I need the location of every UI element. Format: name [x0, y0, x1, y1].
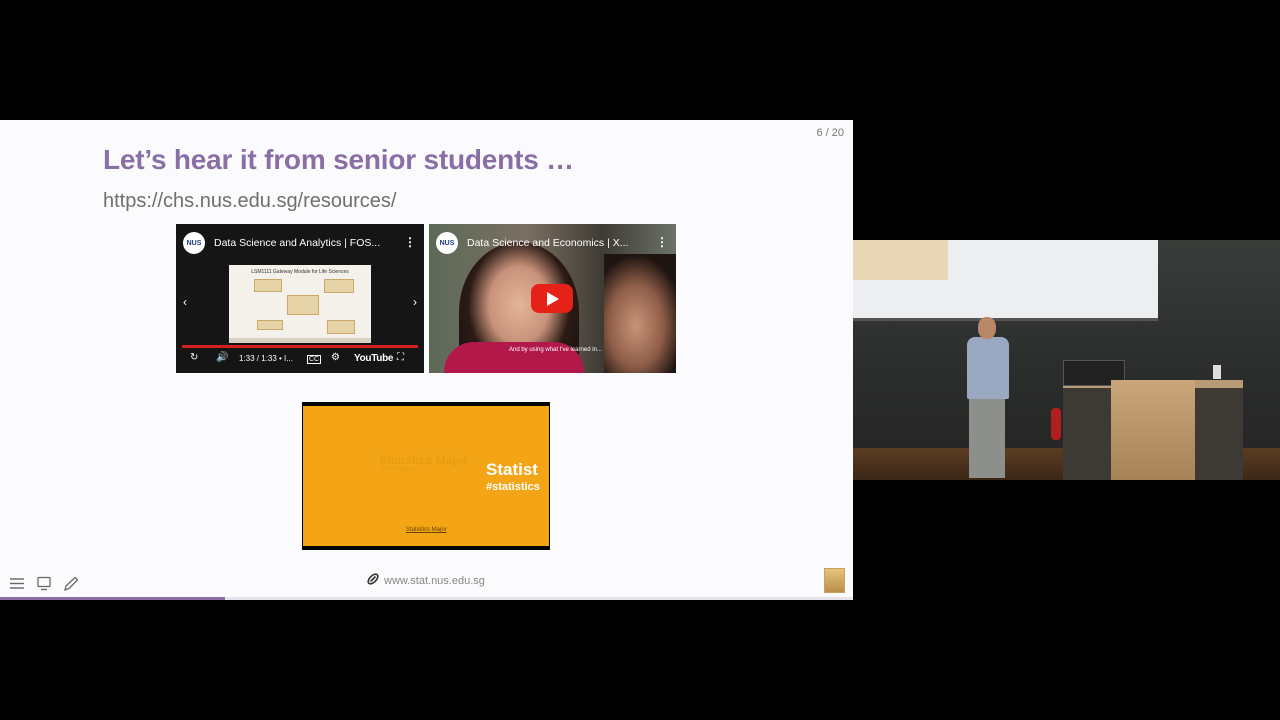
- diagram-box: [324, 279, 354, 293]
- footer-url-block[interactable]: www.stat.nus.edu.sg: [366, 572, 485, 589]
- channel-avatar[interactable]: NUS: [183, 232, 205, 254]
- fullscreen-icon[interactable]: ⛶: [397, 352, 404, 363]
- fire-extinguisher: [1051, 408, 1061, 440]
- thumbnail-person-2: [604, 254, 676, 373]
- projector-screen: [853, 240, 1158, 321]
- speaker-legs: [969, 398, 1005, 478]
- big-text: Statist: [486, 460, 538, 479]
- thumbnail-title: LSM1111 Gateway Module for Life Sciences: [251, 269, 349, 275]
- video-time: 1:33 / 1:33 • I...: [239, 354, 293, 363]
- diagram-box: [287, 295, 319, 315]
- overview-icon[interactable]: [35, 575, 52, 592]
- presentation-slide: 6 / 20 Let’s hear it from senior student…: [0, 120, 853, 600]
- cup: [1213, 365, 1221, 379]
- video-progress-bar[interactable]: [182, 345, 418, 348]
- projected-image: [853, 240, 948, 280]
- chevron-right-icon[interactable]: ›: [413, 295, 417, 309]
- diagram-box: [254, 279, 282, 292]
- youtube-logo[interactable]: YouTube: [354, 353, 394, 364]
- video-title[interactable]: Data Science and Analytics | FOS...: [214, 237, 380, 249]
- slide-progress-fill: [0, 597, 226, 600]
- video-frame: Statistics Major NUS Statistics Statist …: [303, 406, 549, 546]
- hashtag-text: #statistics: [486, 481, 540, 493]
- more-vert-icon[interactable]: ⋮: [404, 235, 416, 249]
- video-embed-data-science-economics[interactable]: NUS Data Science and Economics | X... ⋮ …: [429, 224, 676, 373]
- video-bottom-link[interactable]: Statistics Major: [406, 527, 447, 533]
- diagram-box: [327, 320, 355, 334]
- video-title[interactable]: Data Science and Economics | X...: [467, 237, 628, 249]
- captions-icon[interactable]: CC: [307, 355, 322, 364]
- settings-gear-icon[interactable]: ⚙: [331, 352, 340, 363]
- chevron-left-icon[interactable]: ‹: [183, 295, 187, 309]
- menu-icon[interactable]: [8, 575, 25, 592]
- video-embed-statistics-major[interactable]: Statistics Major NUS Statistics Statist …: [302, 402, 550, 550]
- more-vert-icon[interactable]: ⋮: [656, 235, 668, 249]
- speaker-head: [978, 317, 996, 339]
- video-embed-data-science-analytics[interactable]: NUS Data Science and Analytics | FOS... …: [176, 224, 424, 373]
- slide-progress-track: [0, 597, 853, 600]
- speaker-body: [967, 337, 1009, 399]
- lecture-camera-feed: [853, 240, 1280, 480]
- video-caption: And by using what I've learned in...: [509, 347, 602, 353]
- video-thumbnail-slide: LSM1111 Gateway Module for Life Sciences: [229, 265, 371, 343]
- replay-icon[interactable]: ↻: [190, 352, 198, 363]
- video-controls[interactable]: ↻ 🔊 1:33 / 1:33 • I... CC ⚙ YouTube ⛶: [176, 345, 424, 373]
- footer-logo: [824, 568, 845, 593]
- volume-icon[interactable]: 🔊: [216, 352, 228, 363]
- youtube-play-icon[interactable]: [531, 284, 573, 313]
- pen-icon[interactable]: [62, 575, 79, 592]
- slide-title: Let’s hear it from senior students …: [103, 144, 574, 175]
- slide-link[interactable]: https://chs.nus.edu.sg/resources/: [103, 190, 397, 213]
- channel-avatar[interactable]: NUS: [436, 232, 458, 254]
- footer-url[interactable]: www.stat.nus.edu.sg: [384, 575, 485, 587]
- slide-toolbar: [8, 575, 79, 592]
- slide-counter: 6 / 20: [816, 127, 844, 139]
- diagram-box: [257, 320, 283, 330]
- wooden-podium: [1111, 380, 1195, 480]
- faded-subtitle: NUS Statistics: [379, 467, 418, 473]
- faded-title: Statistics Major: [379, 453, 468, 467]
- thumbnail-footer: [229, 338, 371, 343]
- link-icon: [366, 572, 380, 589]
